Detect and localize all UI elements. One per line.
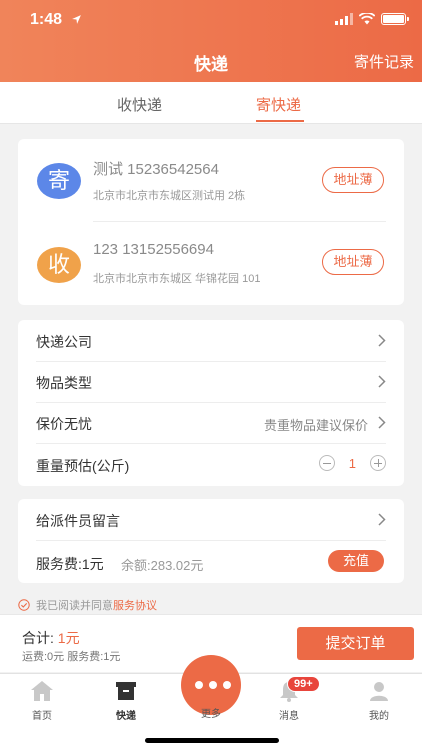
- item-type-row[interactable]: 物品类型: [18, 361, 404, 402]
- row-divider: [36, 540, 386, 541]
- home-icon: [31, 681, 53, 701]
- more-icon: [195, 681, 231, 689]
- insurance-hint: 贵重物品建议保价: [263, 418, 368, 433]
- receiver-badge: 收: [37, 247, 81, 283]
- minus-button[interactable]: [318, 455, 335, 471]
- status-icons: [335, 13, 409, 25]
- box-icon: [116, 682, 136, 700]
- more-label: 更多: [201, 709, 221, 720]
- check-circle-icon[interactable]: [18, 599, 30, 611]
- message-badge: 99+: [287, 676, 320, 692]
- tabbar-express[interactable]: 快递: [96, 680, 156, 722]
- user-icon: [370, 682, 388, 701]
- tab-bar: 收快递 寄快递: [0, 82, 422, 124]
- sender-badge: 寄: [37, 163, 81, 199]
- wifi-icon: [359, 13, 375, 25]
- signal-icon: [335, 13, 353, 25]
- submit-order-button[interactable]: 提交订单: [297, 627, 414, 660]
- weight-value: 1: [348, 455, 356, 471]
- plus-button[interactable]: [370, 455, 386, 471]
- home-indicator: [145, 738, 279, 743]
- item-type-label: 物品类型: [36, 375, 92, 391]
- receiver-address-book-button[interactable]: 地址薄: [322, 249, 384, 275]
- tab-send[interactable]: 寄快递: [256, 94, 301, 115]
- weight-row: 重量预估(公斤) 1: [18, 444, 404, 485]
- agreement: 我已阅读并同意服务协议: [18, 597, 157, 613]
- service-fee: 服务费:1元: [36, 556, 104, 572]
- recharge-button[interactable]: 充值: [328, 550, 384, 572]
- send-records-link[interactable]: 寄件记录: [354, 51, 414, 72]
- status-time: 1:48: [30, 11, 63, 28]
- balance: 余额:283.02元: [121, 558, 204, 573]
- chevron-right-icon: [378, 416, 386, 429]
- tab-receive[interactable]: 收快递: [117, 94, 162, 115]
- tab-active-indicator: [256, 120, 304, 122]
- receiver-address: 北京市北京市东城区 华锦花园 101: [93, 273, 261, 285]
- location-arrow-icon: [72, 15, 81, 24]
- weight-label: 重量预估(公斤): [36, 458, 130, 474]
- total: 合计: 1元: [22, 628, 80, 648]
- chevron-right-icon: [378, 513, 386, 526]
- address-card: 寄 测试 15236542564 北京市北京市东城区测试用 2栋 地址薄 收 1…: [18, 139, 404, 305]
- sender-address: 北京市北京市东城区测试用 2栋: [93, 190, 246, 202]
- tabbar-home[interactable]: 首页: [12, 680, 72, 722]
- sender-name: 测试 15236542564: [93, 161, 219, 178]
- fee-breakdown: 运费:0元 服务费:1元: [22, 651, 121, 663]
- receiver-row[interactable]: 收 123 13152556694 北京市北京市东城区 华锦花园 101 地址薄: [18, 223, 404, 303]
- weight-stepper: 1: [318, 455, 386, 471]
- battery-icon: [381, 13, 409, 25]
- total-amount: 1元: [57, 630, 80, 646]
- company-label: 快递公司: [36, 334, 92, 350]
- status-bar: 1:48: [0, 10, 422, 32]
- header: 1:48 快递 寄件记录: [0, 0, 422, 82]
- total-label: 合计:: [22, 630, 54, 646]
- chevron-right-icon: [378, 334, 386, 347]
- message-card: 给派件员留言 服务费:1元 余额:283.02元 充值: [18, 499, 404, 583]
- message-label: 给派件员留言: [36, 513, 120, 529]
- sender-row[interactable]: 寄 测试 15236542564 北京市北京市东城区测试用 2栋 地址薄: [18, 139, 404, 219]
- options-card: 快递公司 物品类型 保价无忧 贵重物品建议保价 重量预估(公斤) 1: [18, 320, 404, 486]
- chevron-right-icon: [378, 375, 386, 388]
- company-row[interactable]: 快递公司: [18, 320, 404, 361]
- insurance-label: 保价无忧: [36, 416, 92, 432]
- receiver-name: 123 13152556694: [93, 241, 214, 258]
- service-agreement-link[interactable]: 服务协议: [113, 600, 157, 612]
- agreement-text: 我已阅读并同意: [36, 600, 113, 612]
- tabbar-profile[interactable]: 我的: [349, 680, 409, 722]
- sender-address-book-button[interactable]: 地址薄: [322, 167, 384, 193]
- address-divider: [93, 221, 386, 222]
- message-row[interactable]: 给派件员留言: [18, 499, 404, 540]
- insurance-row[interactable]: 保价无忧 贵重物品建议保价: [18, 402, 404, 443]
